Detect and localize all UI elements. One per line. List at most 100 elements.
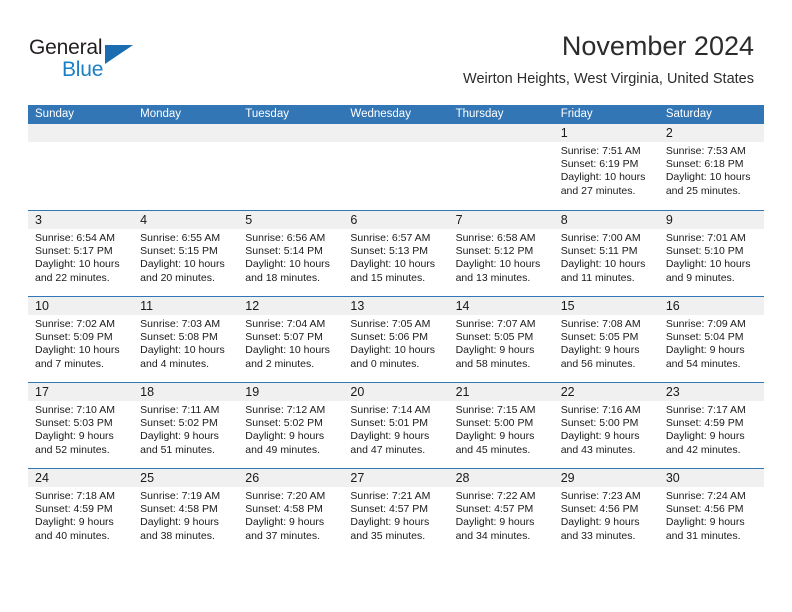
calendar-day-cell[interactable]: 9 Sunrise: 7:01 AM Sunset: 5:10 PM Daylight… — [658, 211, 764, 296]
sunrise-text: Sunrise: 7:12 AM — [245, 404, 326, 416]
logo-text-blue: Blue — [62, 58, 104, 81]
daylight-text-line1: Daylight: 9 hours — [350, 516, 430, 529]
calendar-day-cell[interactable]: 23 Sunrise: 7:17 AM Sunset: 4:59 PM Dayligh… — [658, 383, 764, 468]
sunset-text: Sunset: 5:14 PM — [245, 245, 323, 258]
sunrise-text: Sunrise: 7:19 AM — [140, 490, 221, 502]
daylight-text-line2: and 47 minutes. — [350, 443, 426, 456]
day-number-band: 1 — [553, 124, 659, 142]
daylight-text-line1: Daylight: 9 hours — [665, 516, 745, 529]
day-number-band: 11 — [133, 297, 239, 315]
weekday-header-wednesday: Wednesday — [350, 108, 411, 120]
sunrise-text: Sunrise: 7:04 AM — [245, 318, 326, 330]
daylight-text-line1: Daylight: 9 hours — [350, 430, 430, 443]
calendar-day-cell[interactable]: 8 Sunrise: 7:00 AM Sunset: 5:11 PM Daylight… — [553, 211, 659, 296]
daylight-text-line1: Daylight: 10 hours — [350, 258, 436, 271]
page-subtitle: Weirton Heights, West Virginia, United S… — [463, 71, 754, 87]
sunset-text: Sunset: 4:58 PM — [245, 503, 323, 516]
day-number: 23 — [665, 385, 680, 399]
day-sun-info: Sunrise: 7:04 AM Sunset: 5:07 PM Daylight:… — [238, 315, 343, 371]
calendar-day-cell[interactable]: 6 Sunrise: 6:57 AM Sunset: 5:13 PM Daylight… — [343, 211, 449, 296]
day-sun-info: Sunrise: 7:23 AM Sunset: 4:56 PM Daylight:… — [554, 487, 659, 543]
sunset-text: Sunset: 5:01 PM — [350, 417, 429, 430]
daylight-text-line1: Daylight: 9 hours — [140, 430, 219, 443]
day-sun-info: Sunrise: 7:19 AM Sunset: 4:58 PM Daylight:… — [133, 487, 238, 543]
daylight-text-line2: and 15 minutes. — [350, 271, 426, 284]
sunrise-text: Sunrise: 7:20 AM — [245, 490, 326, 502]
day-number-band: 5 — [238, 211, 344, 229]
calendar-day-cell[interactable]: 21 Sunrise: 7:15 AM Sunset: 5:00 PM Dayligh… — [448, 383, 554, 468]
day-sun-info: Sunrise: 7:20 AM Sunset: 4:58 PM Daylight:… — [238, 487, 343, 543]
day-number: 22 — [560, 385, 575, 399]
day-number: 11 — [140, 299, 154, 313]
daylight-text-line1: Daylight: 9 hours — [35, 516, 114, 529]
day-number: 18 — [140, 385, 155, 399]
calendar-day-cell[interactable]: 11 Sunrise: 7:03 AM Sunset: 5:08 PM Dayligh… — [133, 297, 239, 382]
calendar-day-cell[interactable]: 26 Sunrise: 7:20 AM Sunset: 4:58 PM Dayligh… — [238, 469, 344, 554]
sunrise-text: Sunrise: 7:07 AM — [455, 318, 536, 330]
calendar-day-cell[interactable]: 12 Sunrise: 7:04 AM Sunset: 5:07 PM Dayligh… — [238, 297, 344, 382]
day-number-band: 28 — [448, 469, 554, 487]
day-number-band: 3 — [28, 211, 134, 229]
calendar-day-cell[interactable]: 18 Sunrise: 7:11 AM Sunset: 5:02 PM Dayligh… — [133, 383, 239, 468]
daylight-text-line1: Daylight: 10 hours — [665, 171, 751, 184]
calendar-day-cell[interactable]: 30 Sunrise: 7:24 AM Sunset: 4:56 PM Dayligh… — [658, 469, 764, 554]
day-sun-info: Sunrise: 7:22 AM Sunset: 4:57 PM Daylight:… — [449, 487, 554, 543]
sunrise-text: Sunrise: 6:56 AM — [245, 232, 326, 244]
sunrise-text: Sunrise: 7:23 AM — [560, 490, 641, 502]
sunset-text: Sunset: 6:19 PM — [560, 158, 639, 171]
calendar-grid: Sunday Monday Tuesday Wednesday Thursday… — [28, 105, 764, 554]
daylight-text-line2: and 35 minutes. — [350, 529, 426, 542]
sunset-text: Sunset: 5:13 PM — [350, 245, 429, 258]
day-number: 13 — [350, 299, 365, 313]
day-sun-info: Sunrise: 7:03 AM Sunset: 5:08 PM Daylight:… — [133, 315, 238, 371]
calendar-day-cell[interactable]: 2 Sunrise: 7:53 AM Sunset: 6:18 PM Daylight… — [658, 124, 764, 210]
calendar-day-cell[interactable]: 20 Sunrise: 7:14 AM Sunset: 5:01 PM Dayligh… — [343, 383, 449, 468]
calendar-day-cell[interactable]: 3 Sunrise: 6:54 AM Sunset: 5:17 PM Daylight… — [28, 211, 134, 296]
day-number-band: 8 — [553, 211, 659, 229]
sunrise-text: Sunrise: 7:01 AM — [665, 232, 746, 244]
calendar-week-row: 1 Sunrise: 7:51 AM Sunset: 6:19 PM Daylight… — [28, 124, 764, 210]
day-number: 28 — [455, 471, 470, 485]
calendar-day-cell[interactable]: 5 Sunrise: 6:56 AM Sunset: 5:14 PM Daylight… — [238, 211, 344, 296]
sunset-text: Sunset: 4:59 PM — [35, 503, 113, 516]
calendar-day-cell[interactable]: 16 Sunrise: 7:09 AM Sunset: 5:04 PM Dayligh… — [658, 297, 764, 382]
calendar-day-cell[interactable]: 1 Sunrise: 7:51 AM Sunset: 6:19 PM Daylight… — [553, 124, 659, 210]
day-sun-info: Sunrise: 6:56 AM Sunset: 5:14 PM Daylight:… — [238, 229, 343, 285]
day-number-band: 12 — [238, 297, 344, 315]
daylight-text-line2: and 33 minutes. — [560, 529, 636, 542]
calendar-day-cell[interactable]: 27 Sunrise: 7:21 AM Sunset: 4:57 PM Dayligh… — [343, 469, 449, 554]
day-sun-info: Sunrise: 7:08 AM Sunset: 5:05 PM Daylight:… — [554, 315, 659, 371]
calendar-day-cell[interactable]: 15 Sunrise: 7:08 AM Sunset: 5:05 PM Dayligh… — [553, 297, 659, 382]
day-number-band: 9 — [658, 211, 764, 229]
calendar-day-cell[interactable]: 17 Sunrise: 7:10 AM Sunset: 5:03 PM Dayligh… — [28, 383, 134, 468]
calendar-day-cell[interactable]: 19 Sunrise: 7:12 AM Sunset: 5:02 PM Dayligh… — [238, 383, 344, 468]
day-number-band: 18 — [133, 383, 239, 401]
calendar-day-cell[interactable]: 29 Sunrise: 7:23 AM Sunset: 4:56 PM Dayligh… — [553, 469, 659, 554]
calendar-day-cell[interactable]: 14 Sunrise: 7:07 AM Sunset: 5:05 PM Dayligh… — [448, 297, 554, 382]
day-number-band: 17 — [28, 383, 134, 401]
sunrise-text: Sunrise: 7:53 AM — [665, 145, 746, 157]
calendar-day-cell[interactable]: 4 Sunrise: 6:55 AM Sunset: 5:15 PM Daylight… — [133, 211, 239, 296]
calendar-day-cell[interactable]: 22 Sunrise: 7:16 AM Sunset: 5:00 PM Dayligh… — [553, 383, 659, 468]
brand-logo[interactable]: General Blue — [29, 36, 209, 84]
sunrise-text: Sunrise: 6:54 AM — [35, 232, 115, 244]
day-number: 17 — [35, 385, 49, 399]
calendar-day-cell[interactable]: 7 Sunrise: 6:58 AM Sunset: 5:12 PM Daylight… — [448, 211, 554, 296]
calendar-day-cell[interactable]: 10 Sunrise: 7:02 AM Sunset: 5:09 PM Dayligh… — [28, 297, 134, 382]
day-number-band: 27 — [343, 469, 449, 487]
daylight-text-line1: Daylight: 10 hours — [245, 344, 330, 357]
calendar-day-cell[interactable]: 28 Sunrise: 7:22 AM Sunset: 4:57 PM Dayligh… — [448, 469, 554, 554]
calendar-week-row: 3 Sunrise: 6:54 AM Sunset: 5:17 PM Daylight… — [28, 210, 764, 296]
day-number: 29 — [560, 471, 575, 485]
day-sun-info: Sunrise: 7:16 AM Sunset: 5:00 PM Daylight:… — [554, 401, 659, 457]
calendar-day-cell[interactable]: 25 Sunrise: 7:19 AM Sunset: 4:58 PM Dayligh… — [133, 469, 239, 554]
day-number-band — [28, 124, 134, 142]
day-number-band: 2 — [658, 124, 764, 142]
day-number: 30 — [665, 471, 680, 485]
calendar-day-cell[interactable]: 13 Sunrise: 7:05 AM Sunset: 5:06 PM Dayligh… — [343, 297, 449, 382]
sunset-text: Sunset: 4:56 PM — [665, 503, 744, 516]
daylight-text-line2: and 2 minutes. — [245, 357, 315, 370]
calendar-day-cell[interactable]: 24 Sunrise: 7:18 AM Sunset: 4:59 PM Dayligh… — [28, 469, 134, 554]
sunrise-text: Sunrise: 7:17 AM — [665, 404, 746, 416]
weekday-header-row: Sunday Monday Tuesday Wednesday Thursday… — [28, 105, 764, 124]
